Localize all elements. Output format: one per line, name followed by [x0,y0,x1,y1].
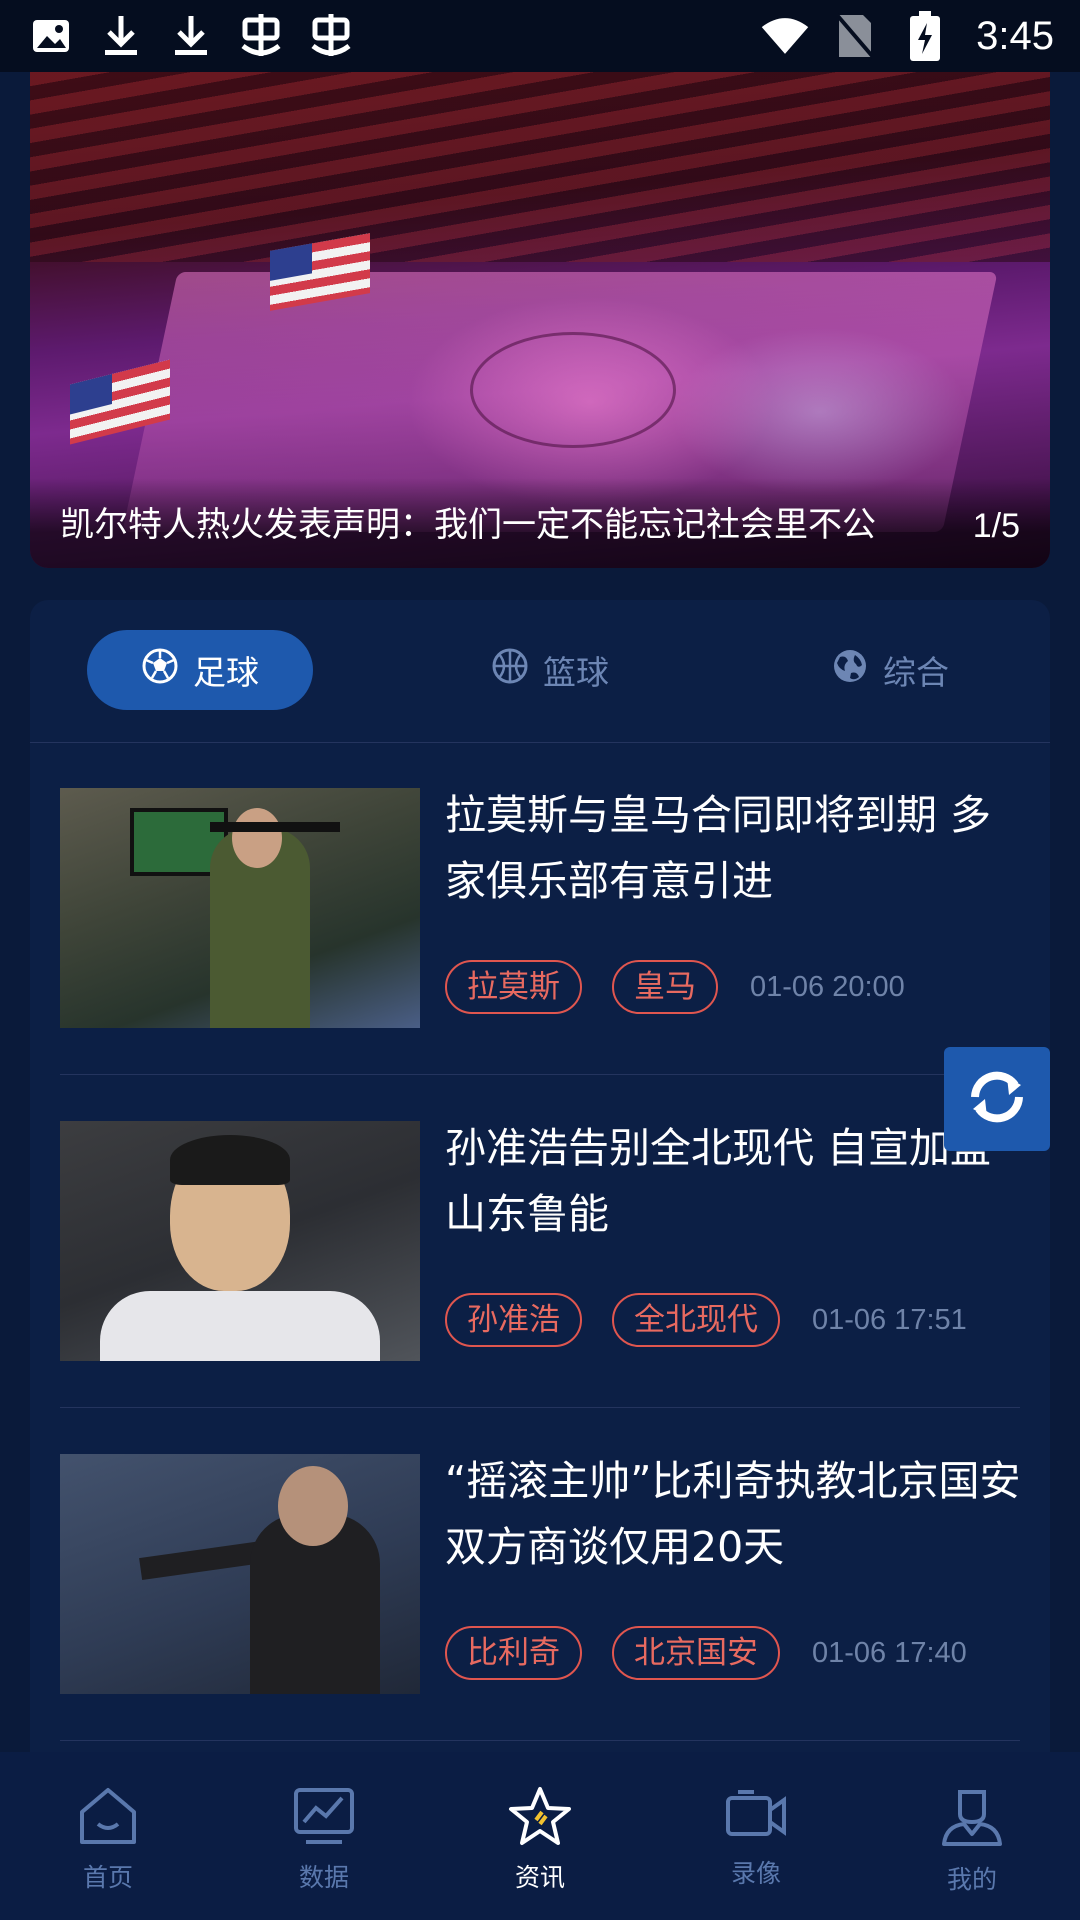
bug-icon [306,11,356,61]
download-icon [96,11,146,61]
status-left [26,11,356,61]
tag-chip[interactable]: 北京国安 [612,1626,780,1680]
refresh-button[interactable] [944,1047,1050,1151]
article-tags: 孙准浩 全北现代 01-06 17:51 [445,1293,967,1347]
tag-chip[interactable]: 孙准浩 [445,1293,582,1347]
article-item[interactable]: 拉莫斯与皇马合同即将到期 多家俱乐部有意引进 拉莫斯 皇马 01-06 20:0… [60,742,1020,1075]
basketball-icon [491,647,529,693]
nav-profile[interactable]: 我的 [864,1752,1080,1920]
nav-data[interactable]: 数据 [216,1752,432,1920]
nav-label: 资讯 [514,1863,565,1892]
article-thumbnail [60,788,420,1028]
nav-label: 数据 [298,1863,349,1892]
chart-icon [292,1786,356,1852]
download-icon [166,11,216,61]
nav-label: 首页 [82,1863,133,1892]
article-time: 01-06 20:00 [750,970,905,1003]
tag-chip[interactable]: 皇马 [612,960,718,1014]
article-title: “摇滚主帅”比利奇执教北京国安 双方商谈仅用20天 [445,1457,1021,1571]
tab-basketball[interactable]: 篮球 [450,630,650,710]
battery-charging-icon [900,11,950,61]
tab-general[interactable]: 综合 [790,630,990,710]
tab-label: 篮球 [543,653,609,692]
article-item[interactable]: “摇滚主帅”比利奇执教北京国安 双方商谈仅用20天 比利奇 北京国安 01-06… [60,1408,1020,1741]
status-right: 3:45 [760,11,1054,61]
wifi-icon [760,11,810,61]
image-icon [26,11,76,61]
status-bar: 3:45 [0,0,1080,72]
banner-caption: 凯尔特人热火发表声明：我们一定不能忘记社会里不公 [60,505,876,545]
tag-chip[interactable]: 全北现代 [612,1293,780,1347]
banner-image-stands [30,72,1050,262]
article-title: 孙准浩告别全北现代 自宣加盟山东鲁能 [445,1124,992,1238]
article-thumbnail [60,1454,420,1694]
soccer-ball-icon [141,647,179,693]
tag-chip[interactable]: 比利奇 [445,1626,582,1680]
clock: 3:45 [976,13,1054,58]
nav-video[interactable]: 录像 [648,1752,864,1920]
news-banner[interactable]: 凯尔特人热火发表声明：我们一定不能忘记社会里不公 1/5 [30,72,1050,568]
article-tags: 拉莫斯 皇马 01-06 20:00 [445,960,905,1014]
nav-label: 录像 [730,1859,781,1888]
news-list-card: 足球 篮球 综合 拉莫斯与皇马合同即将到期 多家俱乐部有意引进 拉莫斯 皇马 0… [30,600,1050,1760]
bug-icon [236,11,286,61]
globe-icon [831,647,869,693]
article-item[interactable]: 孙准浩告别全北现代 自宣加盟山东鲁能 孙准浩 全北现代 01-06 17:51 [60,1075,1020,1408]
tab-label: 足球 [193,653,259,692]
banner-page-indicator: 1/5 [972,507,1020,545]
nav-news[interactable]: 资讯 [432,1752,648,1920]
nav-label: 我的 [946,1865,997,1894]
bottom-navigation: 首页 数据 资讯 录像 我的 [0,1752,1080,1920]
article-time: 01-06 17:40 [812,1636,967,1669]
star-icon [508,1786,572,1852]
refresh-icon [961,1061,1033,1137]
article-title: 拉莫斯与皇马合同即将到期 多家俱乐部有意引进 [445,791,992,905]
tag-chip[interactable]: 拉莫斯 [445,960,582,1014]
no-sim-icon [830,11,880,61]
tab-football[interactable]: 足球 [87,630,313,710]
tab-label: 综合 [883,653,949,692]
category-tabs: 足球 篮球 综合 [30,600,1050,743]
article-thumbnail [60,1121,420,1361]
nav-home[interactable]: 首页 [0,1752,216,1920]
home-icon [76,1786,140,1852]
article-tags: 比利奇 北京国安 01-06 17:40 [445,1626,967,1680]
banner-image-court-circle [470,332,676,448]
article-time: 01-06 17:51 [812,1303,967,1336]
user-icon [940,1786,1004,1854]
video-camera-icon [724,1786,788,1848]
